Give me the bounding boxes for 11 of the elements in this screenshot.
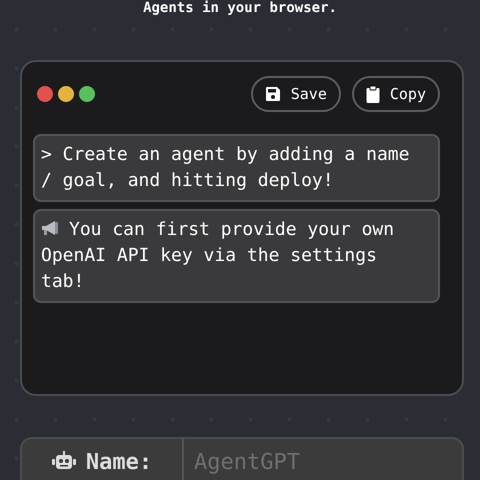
megaphone-icon: [41, 220, 61, 236]
copy-button[interactable]: Copy: [352, 76, 440, 112]
name-label: Name:: [86, 450, 152, 474]
save-button[interactable]: Save: [250, 76, 341, 112]
clipboard-icon: [366, 86, 380, 102]
chat-message: > Create an agent by adding a name / goal, and hitting deploy!: [33, 134, 440, 202]
chat-message: You can first provide your own OpenAI API key via the settings tab!: [33, 209, 440, 303]
page-heading: Agents in your browser.: [142, 0, 338, 16]
close-dot: [37, 86, 53, 102]
maximize-dot: [79, 86, 95, 102]
minimize-dot: [58, 86, 74, 102]
